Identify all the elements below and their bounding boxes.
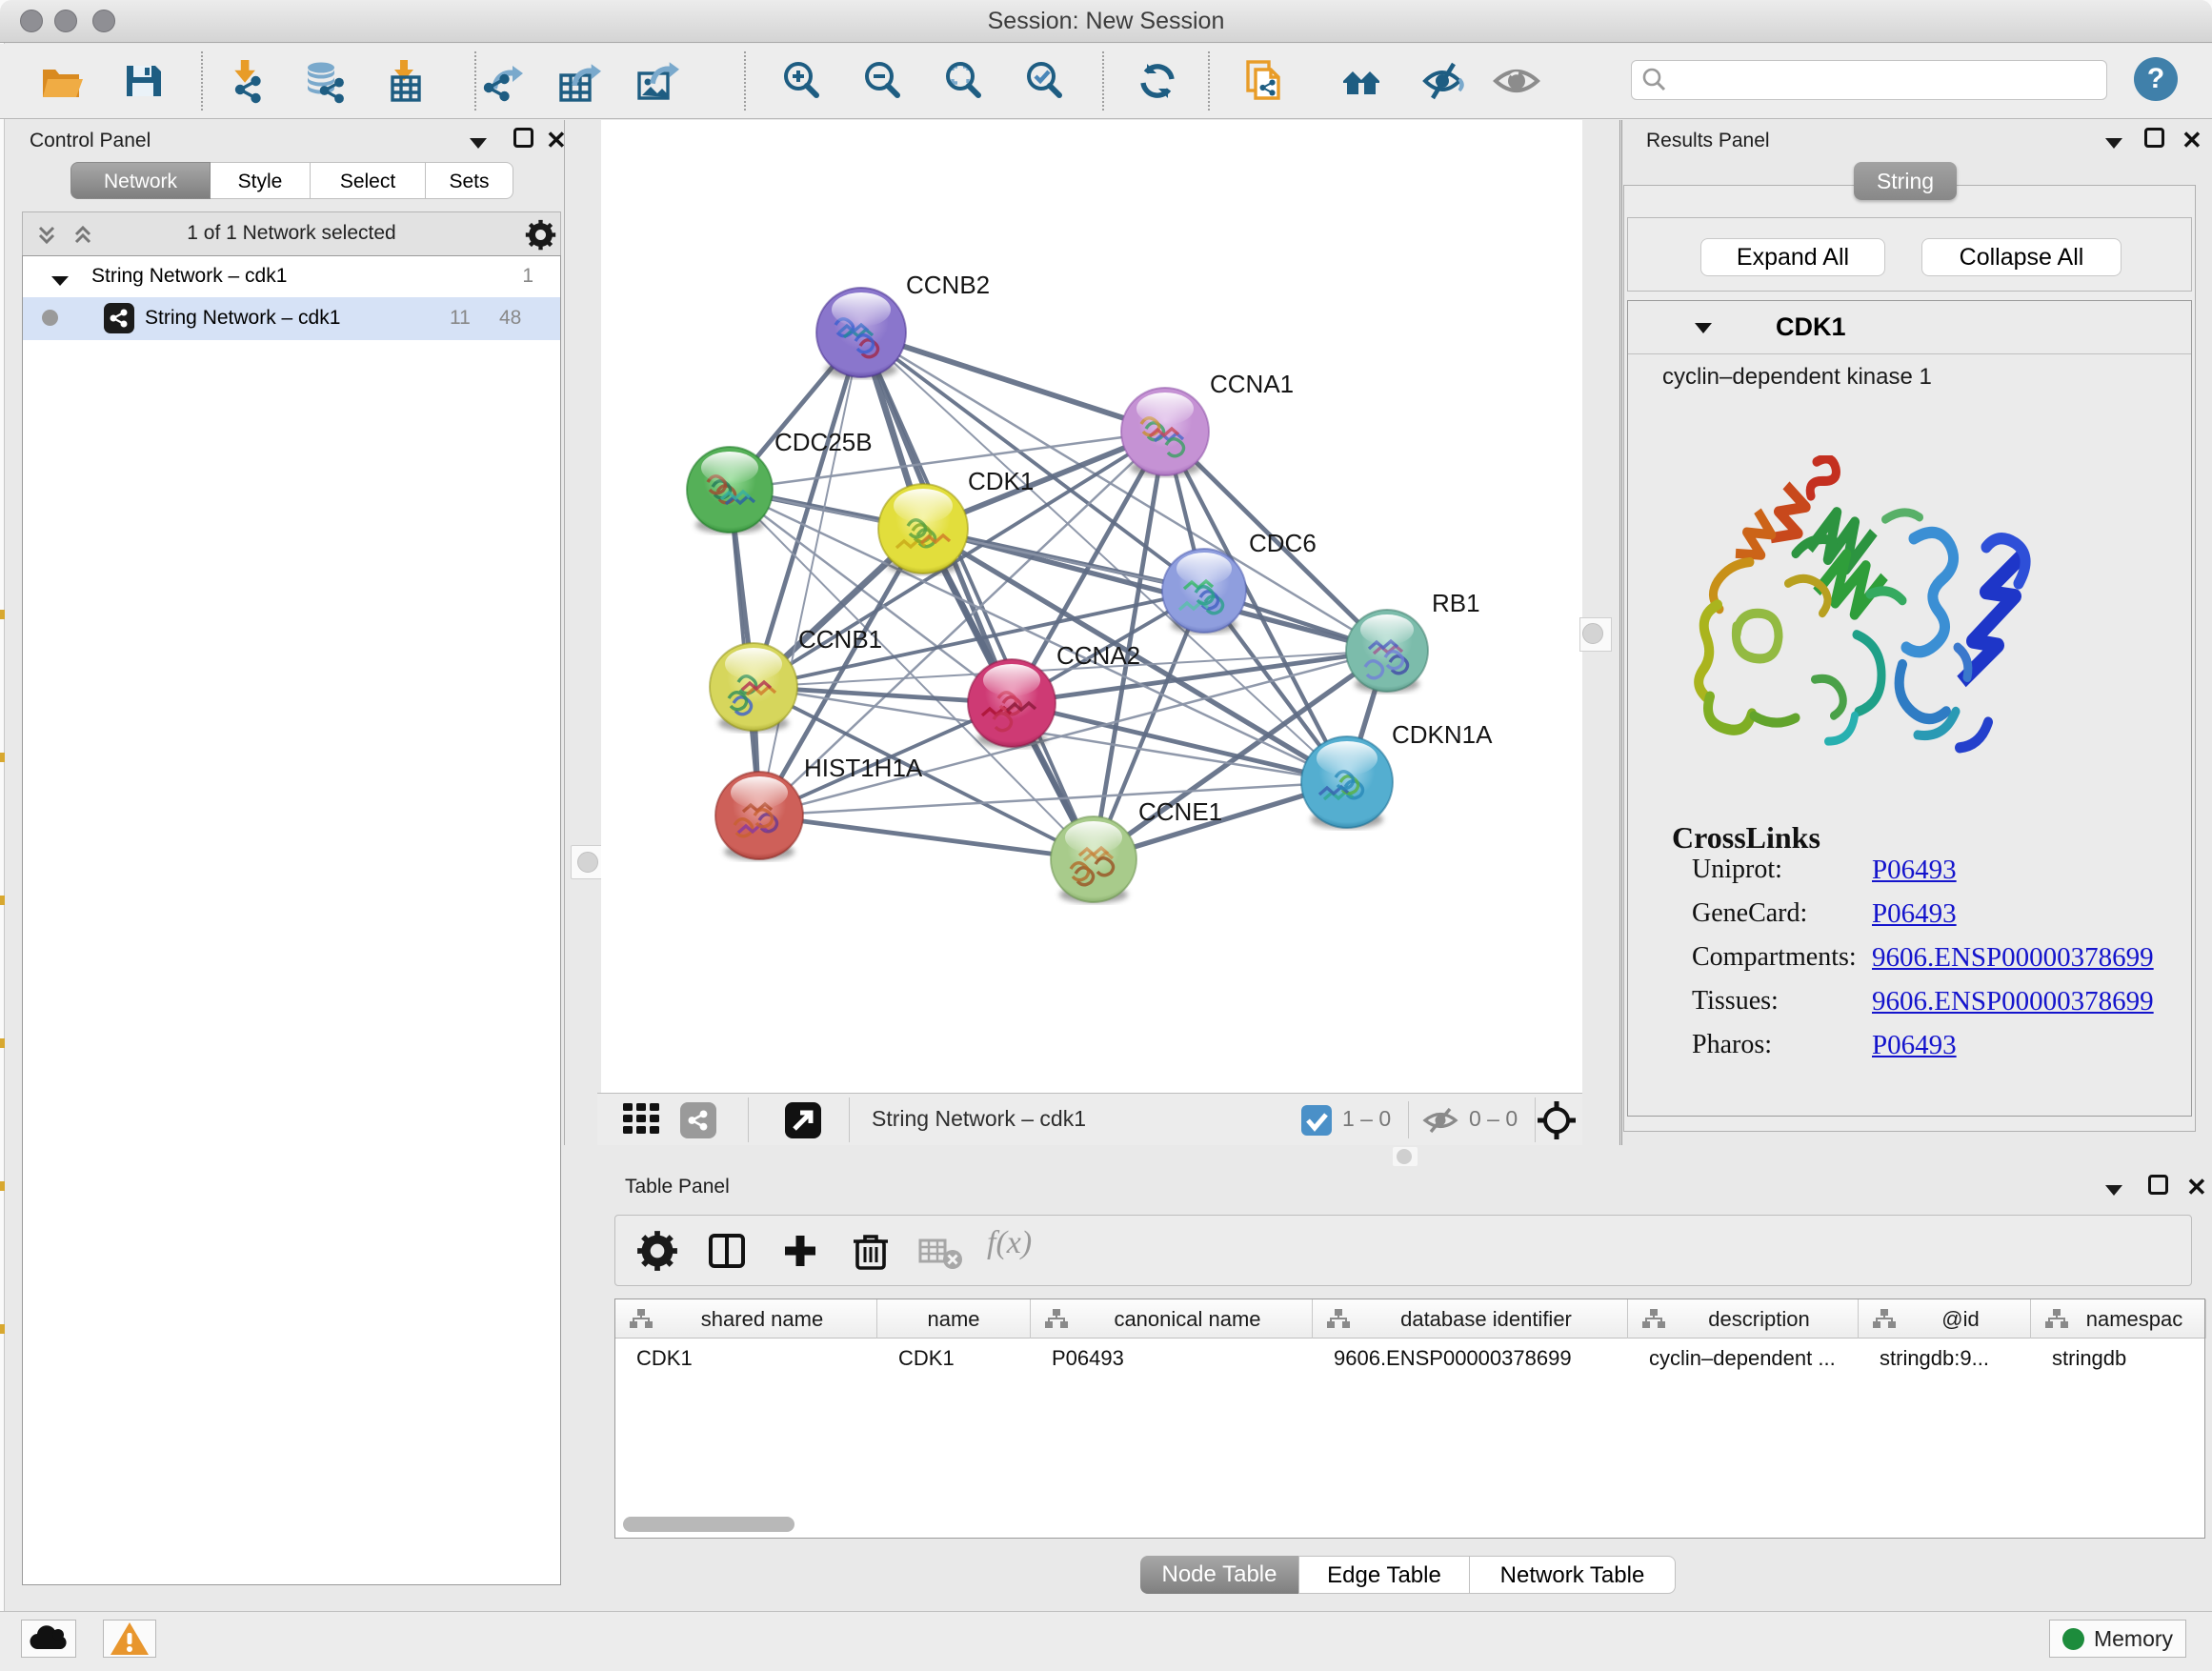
svg-text:RB1: RB1 bbox=[1432, 589, 1480, 617]
svg-text:CDKN1A: CDKN1A bbox=[1392, 720, 1493, 749]
svg-text:HIST1H1A: HIST1H1A bbox=[804, 754, 923, 782]
svg-text:CCNA1: CCNA1 bbox=[1210, 370, 1294, 398]
svg-text:CCNE1: CCNE1 bbox=[1138, 797, 1222, 826]
svg-text:CDK1: CDK1 bbox=[968, 467, 1034, 495]
svg-text:CDC6: CDC6 bbox=[1249, 529, 1317, 557]
svg-text:CDC25B: CDC25B bbox=[774, 428, 873, 456]
svg-text:CCNB1: CCNB1 bbox=[798, 625, 882, 654]
svg-text:CCNB2: CCNB2 bbox=[906, 271, 990, 299]
svg-text:CCNA2: CCNA2 bbox=[1056, 641, 1140, 670]
